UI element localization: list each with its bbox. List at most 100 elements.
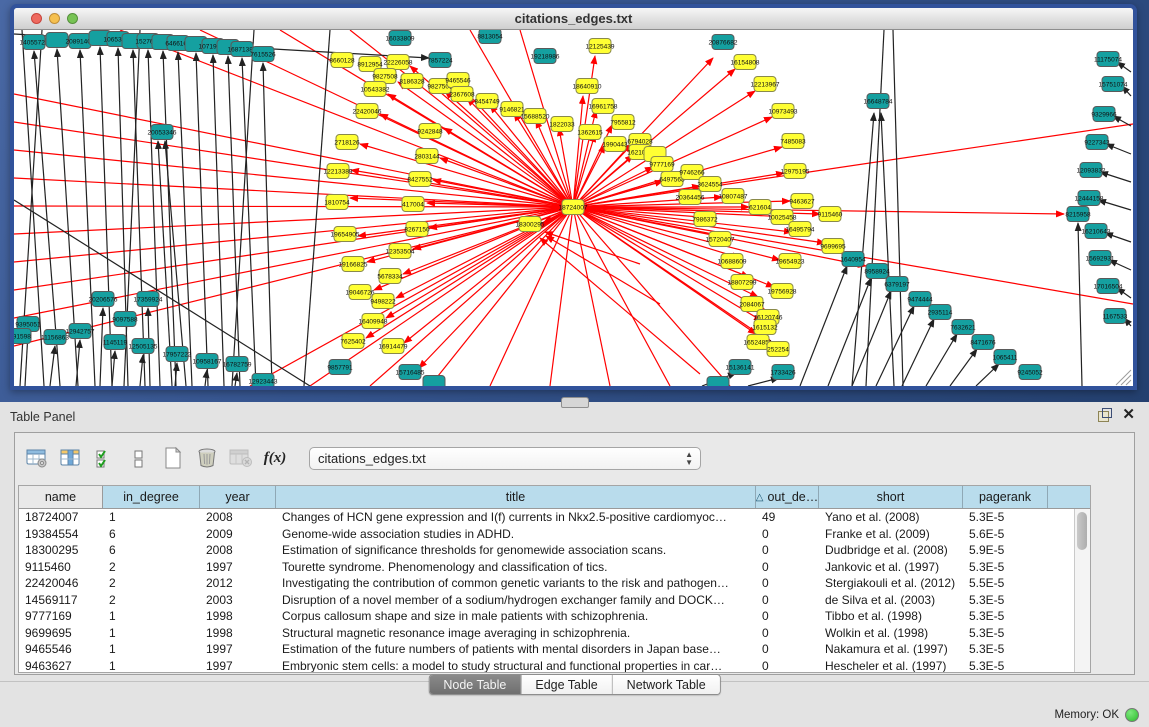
- graph-edge[interactable]: [112, 351, 115, 386]
- table-cell[interactable]: 5.3E-5: [963, 659, 1048, 673]
- tab-node-table[interactable]: Node Table: [429, 675, 521, 694]
- table-row[interactable]: 977716911998Corpus callosum shape and si…: [19, 608, 1090, 625]
- graph-edge[interactable]: [228, 56, 240, 386]
- graph-node[interactable]: 19046726: [346, 285, 375, 300]
- table-settings-button[interactable]: [23, 443, 51, 473]
- graph-node[interactable]: 9857791: [327, 360, 353, 375]
- graph-edge[interactable]: [550, 207, 573, 386]
- graph-node[interactable]: 8427552: [407, 172, 433, 187]
- graph-node[interactable]: 3624554: [697, 177, 723, 192]
- table-cell[interactable]: 2009: [200, 527, 276, 541]
- graph-node[interactable]: 417004: [402, 197, 424, 212]
- table-cell[interactable]: de Silva et al. (2003): [819, 593, 963, 607]
- graph-edge[interactable]: [14, 206, 573, 207]
- graph-node[interactable]: 10973493: [769, 104, 798, 119]
- graph-node[interactable]: 9474444: [907, 292, 933, 307]
- graph-edge[interactable]: [14, 94, 573, 207]
- table-cell[interactable]: 5.3E-5: [963, 609, 1048, 623]
- table-cell[interactable]: Dudbridge et al. (2008): [819, 543, 963, 557]
- graph-edge[interactable]: [14, 207, 573, 290]
- table-cell[interactable]: 1: [103, 609, 200, 623]
- graph-node[interactable]: 19166825: [339, 257, 368, 272]
- graph-node[interactable]: 1167533: [1103, 309, 1128, 324]
- table-row[interactable]: 911546021997Tourette syndrome. Phenomeno…: [19, 559, 1090, 576]
- table-cell[interactable]: Estimation of significance thresholds fo…: [276, 543, 756, 557]
- graph-node[interactable]: 10543382: [361, 82, 390, 97]
- graph-node[interactable]: [423, 376, 445, 387]
- float-panel-icon[interactable]: [1098, 408, 1112, 422]
- graph-node[interactable]: 18640910: [573, 79, 602, 94]
- table-cell[interactable]: 1998: [200, 609, 276, 623]
- graph-node[interactable]: 17359924: [134, 292, 163, 307]
- graph-edge[interactable]: [852, 113, 874, 386]
- table-cell[interactable]: 0: [756, 659, 819, 673]
- graph-node[interactable]: 12125439: [586, 39, 615, 54]
- graph-edge[interactable]: [545, 232, 640, 264]
- table-cell[interactable]: Estimation of the future numbers of pati…: [276, 642, 756, 656]
- table-cell[interactable]: 0: [756, 642, 819, 656]
- graph-node[interactable]: 7632621: [950, 320, 976, 335]
- graph-node[interactable]: 5678334: [377, 269, 403, 284]
- table-select-dropdown[interactable]: citations_edges.txt ▲▼: [309, 447, 701, 470]
- network-graph[interactable]: 1405572120891406106532671527607646616110…: [14, 30, 1133, 386]
- graph-node[interactable]: 12975195: [781, 164, 810, 179]
- table-cell[interactable]: 9463627: [19, 659, 103, 673]
- graph-node[interactable]: 1145119: [103, 335, 128, 350]
- graph-edge[interactable]: [419, 207, 573, 368]
- graph-node[interactable]: 8186328: [399, 74, 425, 89]
- graph-edge[interactable]: [14, 150, 573, 207]
- table-cell[interactable]: 5.9E-5: [963, 543, 1048, 557]
- table-cell[interactable]: 22420046: [19, 576, 103, 590]
- graph-node[interactable]: 7955812: [610, 115, 636, 130]
- table-cell[interactable]: Jankovic et al. (1997): [819, 560, 963, 574]
- graph-node[interactable]: [707, 377, 729, 387]
- table-cell[interactable]: 5.3E-5: [963, 593, 1048, 607]
- table-cell[interactable]: Disruption of a novel member of a sodium…: [276, 593, 756, 607]
- table-cell[interactable]: Tibbo et al. (1998): [819, 609, 963, 623]
- graph-edge[interactable]: [50, 346, 55, 386]
- graph-edge[interactable]: [100, 308, 103, 386]
- graph-node[interactable]: 2718126: [334, 135, 360, 150]
- table-cell[interactable]: Genome-wide association studies in ADHD.: [276, 527, 756, 541]
- graph-node[interactable]: 16154808: [731, 55, 760, 70]
- graph-node[interactable]: 19654905: [331, 227, 360, 242]
- table-cell[interactable]: 2: [103, 560, 200, 574]
- table-cell[interactable]: 0: [756, 593, 819, 607]
- graph-edge[interactable]: [828, 278, 871, 386]
- table-cell[interactable]: 6: [103, 543, 200, 557]
- graph-node[interactable]: 12505135: [129, 339, 158, 354]
- table-cell[interactable]: 9777169: [19, 609, 103, 623]
- graph-node[interactable]: 9463627: [789, 194, 815, 209]
- table-cell[interactable]: 2008: [200, 543, 276, 557]
- graph-node[interactable]: 22226058: [384, 55, 413, 70]
- graph-node[interactable]: 2803144: [414, 149, 440, 164]
- table-cell[interactable]: 1: [103, 659, 200, 673]
- delete-rows-button[interactable]: [193, 443, 221, 473]
- select-all-button[interactable]: [91, 443, 119, 473]
- graph-node[interactable]: 7625402: [340, 334, 366, 349]
- table-cell[interactable]: 14569117: [19, 593, 103, 607]
- graph-node[interactable]: 9097588: [112, 312, 138, 327]
- graph-node[interactable]: 22420046: [353, 104, 382, 119]
- table-cell[interactable]: 1997: [200, 642, 276, 656]
- graph-node[interactable]: 19218986: [531, 49, 560, 64]
- graph-edge[interactable]: [800, 266, 847, 386]
- graph-node[interactable]: 9699695: [820, 239, 846, 254]
- delete-table-button[interactable]: [227, 443, 255, 473]
- graph-node[interactable]: 20206576: [89, 292, 118, 307]
- graph-node[interactable]: 12213389: [324, 164, 353, 179]
- table-cell[interactable]: Franke et al. (2009): [819, 527, 963, 541]
- graph-node[interactable]: 9777169: [649, 157, 675, 172]
- graph-node[interactable]: 2935114: [928, 305, 953, 320]
- table-cell[interactable]: 1: [103, 510, 200, 524]
- column-header-in-degree[interactable]: in_degree: [103, 486, 200, 508]
- graph-edge[interactable]: [893, 30, 903, 386]
- table-cell[interactable]: 1: [103, 642, 200, 656]
- graph-node[interactable]: 17957222: [163, 347, 192, 362]
- table-cell[interactable]: Tourette syndrome. Phenomenology and cla…: [276, 560, 756, 574]
- graph-node[interactable]: 10958167: [193, 354, 222, 369]
- graph-node[interactable]: 8267150: [404, 222, 430, 237]
- table-cell[interactable]: Structural magnetic resonance image aver…: [276, 626, 756, 640]
- graph-node[interactable]: 8471676: [970, 335, 996, 350]
- table-row[interactable]: 2242004622012Investigating the contribut…: [19, 575, 1090, 592]
